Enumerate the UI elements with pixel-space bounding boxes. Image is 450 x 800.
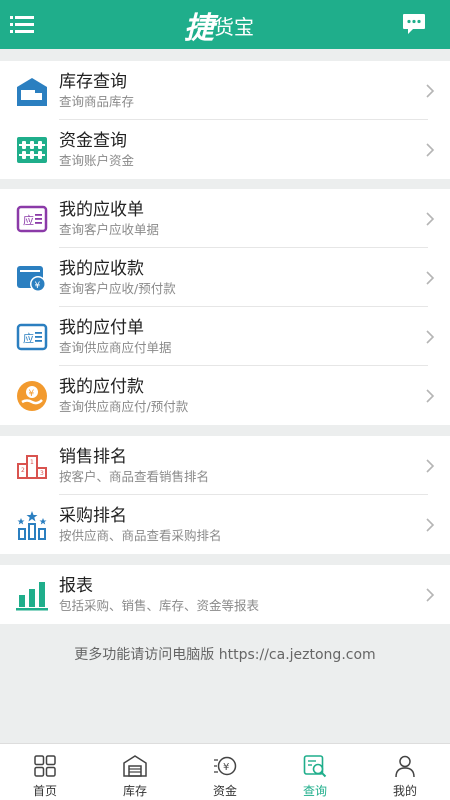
message-icon[interactable]	[402, 13, 426, 35]
tab-label: 资金	[212, 784, 237, 798]
svg-text:¥: ¥	[29, 389, 35, 399]
tab-funds[interactable]: ¥ 资金	[180, 744, 270, 800]
item-title: 销售排名	[59, 447, 127, 467]
warehouse-truck-icon	[17, 78, 47, 106]
logo-main-text: 捷	[184, 11, 214, 46]
tab-inventory[interactable]: 库存	[90, 744, 180, 800]
search-doc-icon	[303, 755, 327, 778]
item-title: 我的应收款	[59, 259, 144, 279]
menu-item-purchase-ranking[interactable]: 采购排名 按供应商、商品查看采购排名	[0, 495, 450, 554]
tab-label: 查询	[302, 784, 327, 798]
menu-item-my-receivables[interactable]: ¥ 我的应收款 查询客户应收/预付款	[0, 248, 450, 307]
chevron-right-icon	[426, 84, 435, 98]
item-title: 我的应付单	[59, 318, 144, 338]
item-title: 报表	[59, 576, 93, 596]
menu-group-reports: 报表 包括采购、销售、库存、资金等报表	[0, 565, 450, 624]
chevron-right-icon	[426, 389, 435, 403]
svg-text:¥: ¥	[35, 281, 41, 291]
chevron-right-icon	[426, 459, 435, 473]
item-title: 库存查询	[59, 72, 127, 92]
yuan-wallet-icon: ¥	[17, 266, 46, 292]
logo-sub-text: 货宝	[214, 14, 254, 39]
warehouse-icon	[123, 755, 147, 777]
item-subtitle: 查询供应商应付/预付款	[59, 399, 189, 414]
svg-text:¥: ¥	[223, 762, 229, 773]
menu-item-funds-query[interactable]: 资金查询 查询账户资金	[0, 120, 450, 179]
item-subtitle: 按客户、商品查看销售排名	[59, 469, 210, 484]
svg-text:2: 2	[21, 467, 25, 474]
chevron-right-icon	[426, 143, 435, 157]
tab-home[interactable]: 首页	[0, 744, 90, 800]
svg-text:应: 应	[23, 213, 34, 227]
menu-item-inventory-query[interactable]: 库存查询 查询商品库存	[0, 61, 450, 120]
menu-item-sales-ranking[interactable]: 1 2 3 销售排名 按客户、商品查看销售排名	[0, 436, 450, 495]
yuan-coin-hand-icon: ¥	[17, 381, 47, 411]
item-subtitle: 查询商品库存	[59, 94, 135, 109]
svg-text:1: 1	[30, 459, 34, 466]
podium-icon: 1 2 3	[17, 455, 47, 479]
item-subtitle: 查询客户应收单据	[59, 222, 160, 237]
tab-label: 首页	[32, 784, 57, 798]
menu-group-receivables-payables: 应 我的应收单 查询客户应收单据 ¥ 我的应收款 查询客户应收/预付款 应 我的…	[0, 189, 450, 425]
menu-item-my-payables[interactable]: ¥ 我的应付款 查询供应商应付/预付款	[0, 366, 450, 425]
menu-group-rankings: 1 2 3 销售排名 按客户、商品查看销售排名 采购排名 按供应商、商品查看采购…	[0, 436, 450, 554]
item-subtitle: 查询客户应收/预付款	[59, 281, 176, 296]
payable-doc-icon: 应	[16, 323, 48, 351]
bar-chart-icon	[16, 582, 48, 611]
menu-icon[interactable]	[10, 12, 34, 36]
item-subtitle: 按供应商、商品查看采购排名	[59, 528, 222, 543]
menu-item-my-receivable-docs[interactable]: 应 我的应收单 查询客户应收单据	[0, 189, 450, 248]
chevron-right-icon	[426, 271, 435, 285]
item-title: 我的应付款	[59, 377, 144, 397]
home-grid-icon	[34, 755, 56, 777]
desktop-version-note: 更多功能请访问电脑版 https://ca.jeztong.com	[74, 647, 376, 663]
star-bars-icon	[17, 511, 47, 540]
menu-group-inventory-funds: 库存查询 查询商品库存 资金查询 查询账户资金	[0, 61, 450, 179]
item-title: 我的应收单	[59, 200, 144, 220]
chevron-right-icon	[426, 330, 435, 344]
svg-text:应: 应	[23, 331, 34, 345]
chevron-right-icon	[426, 588, 435, 602]
svg-text:3: 3	[40, 470, 44, 477]
item-subtitle: 包括采购、销售、库存、资金等报表	[59, 598, 260, 613]
item-title: 资金查询	[59, 131, 127, 151]
tab-label: 我的	[392, 784, 417, 798]
menu-item-reports[interactable]: 报表 包括采购、销售、库存、资金等报表	[0, 565, 450, 624]
receivable-doc-icon: 应	[16, 205, 48, 233]
item-subtitle: 查询供应商应付单据	[59, 340, 172, 355]
item-subtitle: 查询账户资金	[59, 153, 135, 168]
chevron-right-icon	[426, 518, 435, 532]
person-icon	[395, 755, 415, 778]
abacus-icon	[17, 137, 47, 163]
app-header: 捷 货宝	[0, 0, 450, 49]
chevron-right-icon	[426, 212, 435, 226]
menu-item-my-payable-docs[interactable]: 应 我的应付单 查询供应商应付单据	[0, 307, 450, 366]
tab-label: 库存	[122, 784, 147, 798]
bottom-tab-bar: 首页 库存 ¥ 资金 查询 我的	[0, 743, 450, 800]
item-title: 采购排名	[59, 506, 127, 526]
money-icon: ¥	[214, 756, 237, 776]
tab-query[interactable]: 查询	[270, 744, 360, 800]
app-logo: 捷 货宝	[184, 8, 254, 46]
tab-mine[interactable]: 我的	[360, 744, 450, 800]
